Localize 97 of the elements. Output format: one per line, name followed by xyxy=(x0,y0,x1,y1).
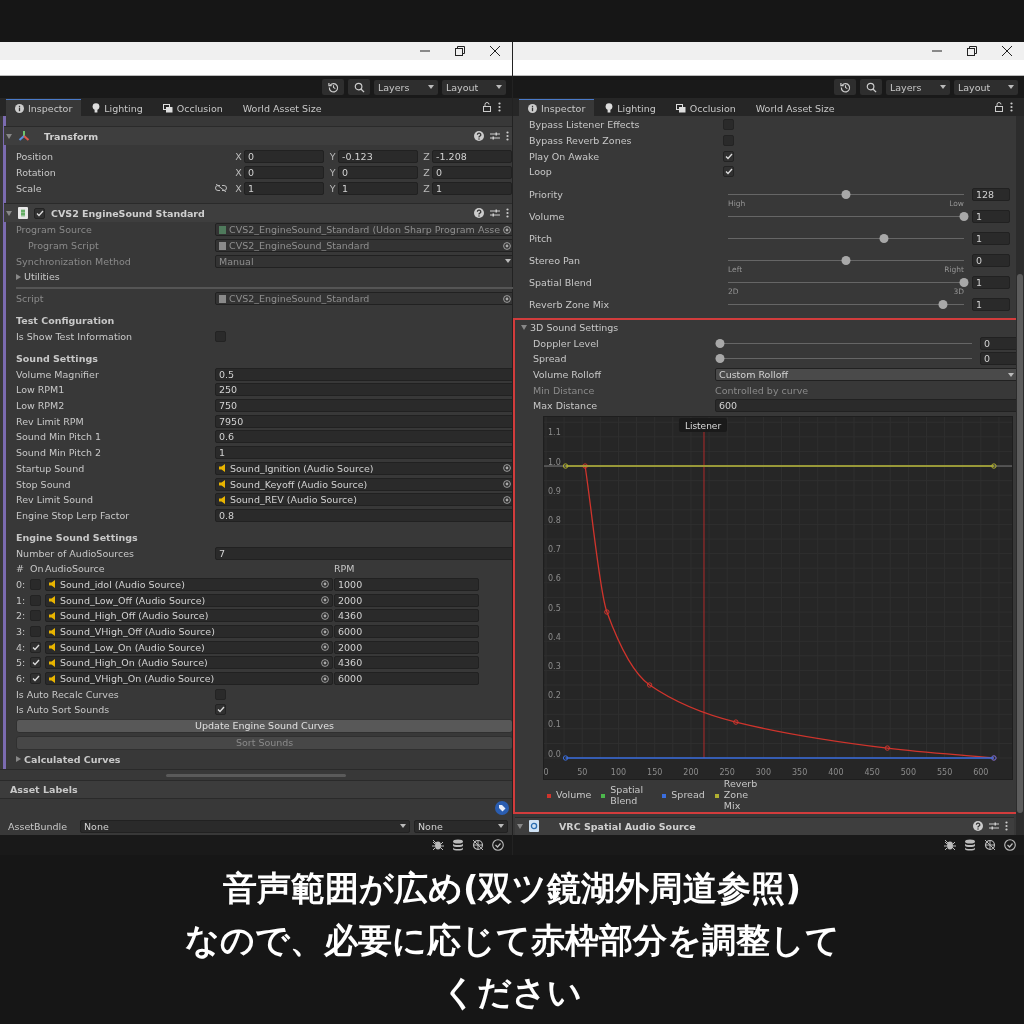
field-label: Synchronization Method xyxy=(16,255,132,267)
field-label: Spatial Blend xyxy=(529,277,593,289)
field-label: Position xyxy=(15,150,54,162)
component-title: Transform xyxy=(44,130,99,142)
row-index: 6: xyxy=(16,673,27,685)
axis-tick-label: 0.4 xyxy=(548,632,561,642)
row-index: 1: xyxy=(16,594,27,606)
column-header: On xyxy=(30,563,45,575)
section-heading: Engine Sound Settings xyxy=(16,531,138,543)
legend-label: Spatial Blend xyxy=(610,784,645,807)
field-label: AssetBundle xyxy=(8,820,69,832)
caption-text: 音声範囲が広め(双ツ鏡湖外周道参照) なので、必要に応じて赤枠部分を調整して ください xyxy=(184,866,840,1014)
row-index: 2: xyxy=(16,610,27,622)
axis-tick-label: 0.6 xyxy=(548,574,561,584)
axis-tick-label: 100 xyxy=(610,767,627,777)
section-heading: Sound Settings xyxy=(16,353,98,365)
field-label: Volume Magnifier xyxy=(16,368,100,380)
axis-tick-label: 150 xyxy=(647,767,663,777)
field-label: Low RPM1 xyxy=(16,384,66,396)
component-title: CVS2 EngineSound Standard xyxy=(51,207,205,219)
axis-tick-label: 0.5 xyxy=(548,603,561,613)
row-index: 5: xyxy=(16,657,27,669)
axis-tick-label: 450 xyxy=(864,767,880,777)
field-label: Is Auto Recalc Curves xyxy=(16,688,120,700)
field-label: Program Source xyxy=(16,224,93,236)
field-label: Program Script xyxy=(27,240,100,252)
axis-tick-label: 0.2 xyxy=(548,690,561,700)
legend-label: Reverb Zone Mix xyxy=(723,779,759,813)
axis-tick-label: 0.9 xyxy=(548,486,561,496)
axis-tick-label: 0.3 xyxy=(548,661,561,671)
axis-tick-label: 0.0 xyxy=(548,749,561,759)
section-heading: Test Configuration xyxy=(16,315,115,327)
field-label: Volume xyxy=(529,211,566,223)
field-label: Script xyxy=(16,293,45,305)
field-label: Play On Awake xyxy=(529,150,601,162)
legend-label: Spread xyxy=(671,790,705,802)
axis-tick-label: 0 xyxy=(544,767,549,777)
axis-label: Z xyxy=(422,150,431,162)
field-label: Scale xyxy=(15,182,43,194)
column-header: AudioSource xyxy=(45,563,106,575)
axis-tick-label: 0.1 xyxy=(548,720,561,729)
ref-line-label: Listener xyxy=(684,420,722,431)
axis-label: X xyxy=(234,182,243,194)
field-label: Max Distance xyxy=(532,400,599,412)
section-heading: Asset Labels xyxy=(10,784,78,795)
field-label: Is Show Test Information xyxy=(16,331,134,343)
axis-label: X xyxy=(234,166,243,178)
axis-tick-label: 0.7 xyxy=(548,544,561,554)
field-label: Low RPM2 xyxy=(16,400,66,412)
axis-tick-label: 0.8 xyxy=(548,515,561,525)
legend-label: Volume xyxy=(556,790,592,802)
field-label: Pitch xyxy=(529,233,554,245)
axis-label: Y xyxy=(328,166,337,178)
axis-tick-label: 600 xyxy=(973,767,989,777)
field-label: Stop Sound xyxy=(16,478,72,490)
field-label: Sound Min Pitch 1 xyxy=(16,431,102,443)
field-label: Bypass Reverb Zones xyxy=(529,135,633,147)
field-label: Stereo Pan xyxy=(529,255,582,267)
field-label: Startup Sound xyxy=(16,462,86,474)
axis-label: Z xyxy=(422,182,431,194)
field-label: Spread xyxy=(532,353,568,365)
field-label: Rotation xyxy=(15,166,57,178)
axis-label: Y xyxy=(328,182,337,194)
axis-tick-label: 500 xyxy=(900,767,916,777)
field-label: Doppler Level xyxy=(532,337,600,349)
field-label: Rev Limit RPM xyxy=(16,415,85,427)
axis-label: X xyxy=(234,150,243,162)
field-label: Is Auto Sort Sounds xyxy=(16,704,111,716)
component-title: VRC Spatial Audio Source xyxy=(559,820,696,832)
axis-tick-label: 300 xyxy=(755,767,772,777)
axis-label: Z xyxy=(422,166,431,178)
axis-tick-label: 200 xyxy=(683,767,699,777)
field-label: Bypass Listener Effects xyxy=(529,119,641,131)
field-value: Controlled by curve xyxy=(715,384,810,396)
field-label: Priority xyxy=(529,189,564,201)
field-label: Min Distance xyxy=(532,384,596,396)
field-label: Engine Stop Lerp Factor xyxy=(16,509,131,521)
axis-tick-label: 550 xyxy=(936,767,953,777)
row-index: 0: xyxy=(16,578,27,590)
axis-tick-label: 350 xyxy=(792,767,808,777)
axis-tick-label: 250 xyxy=(719,767,735,777)
field-label: Reverb Zone Mix xyxy=(529,299,611,311)
column-header: # xyxy=(16,563,25,575)
row-index: 3: xyxy=(16,626,27,638)
field-label: Number of AudioSources xyxy=(16,547,135,559)
field-label: Volume Rolloff xyxy=(532,369,603,380)
axis-tick-label: 1.1 xyxy=(548,428,561,438)
field-label: Loop xyxy=(529,166,553,178)
row-index: 4: xyxy=(16,641,27,653)
listener-label: Listener xyxy=(679,417,727,432)
axis-label: Y xyxy=(328,150,337,162)
axis-tick-label: 1.0 xyxy=(548,457,561,467)
column-header: RPM xyxy=(334,563,355,575)
axis-tick-label: 400 xyxy=(828,767,844,777)
field-label: Rev Limit Sound xyxy=(16,494,95,506)
field-label: Sound Min Pitch 2 xyxy=(16,447,102,459)
axis-tick-label: 50 xyxy=(577,767,588,777)
